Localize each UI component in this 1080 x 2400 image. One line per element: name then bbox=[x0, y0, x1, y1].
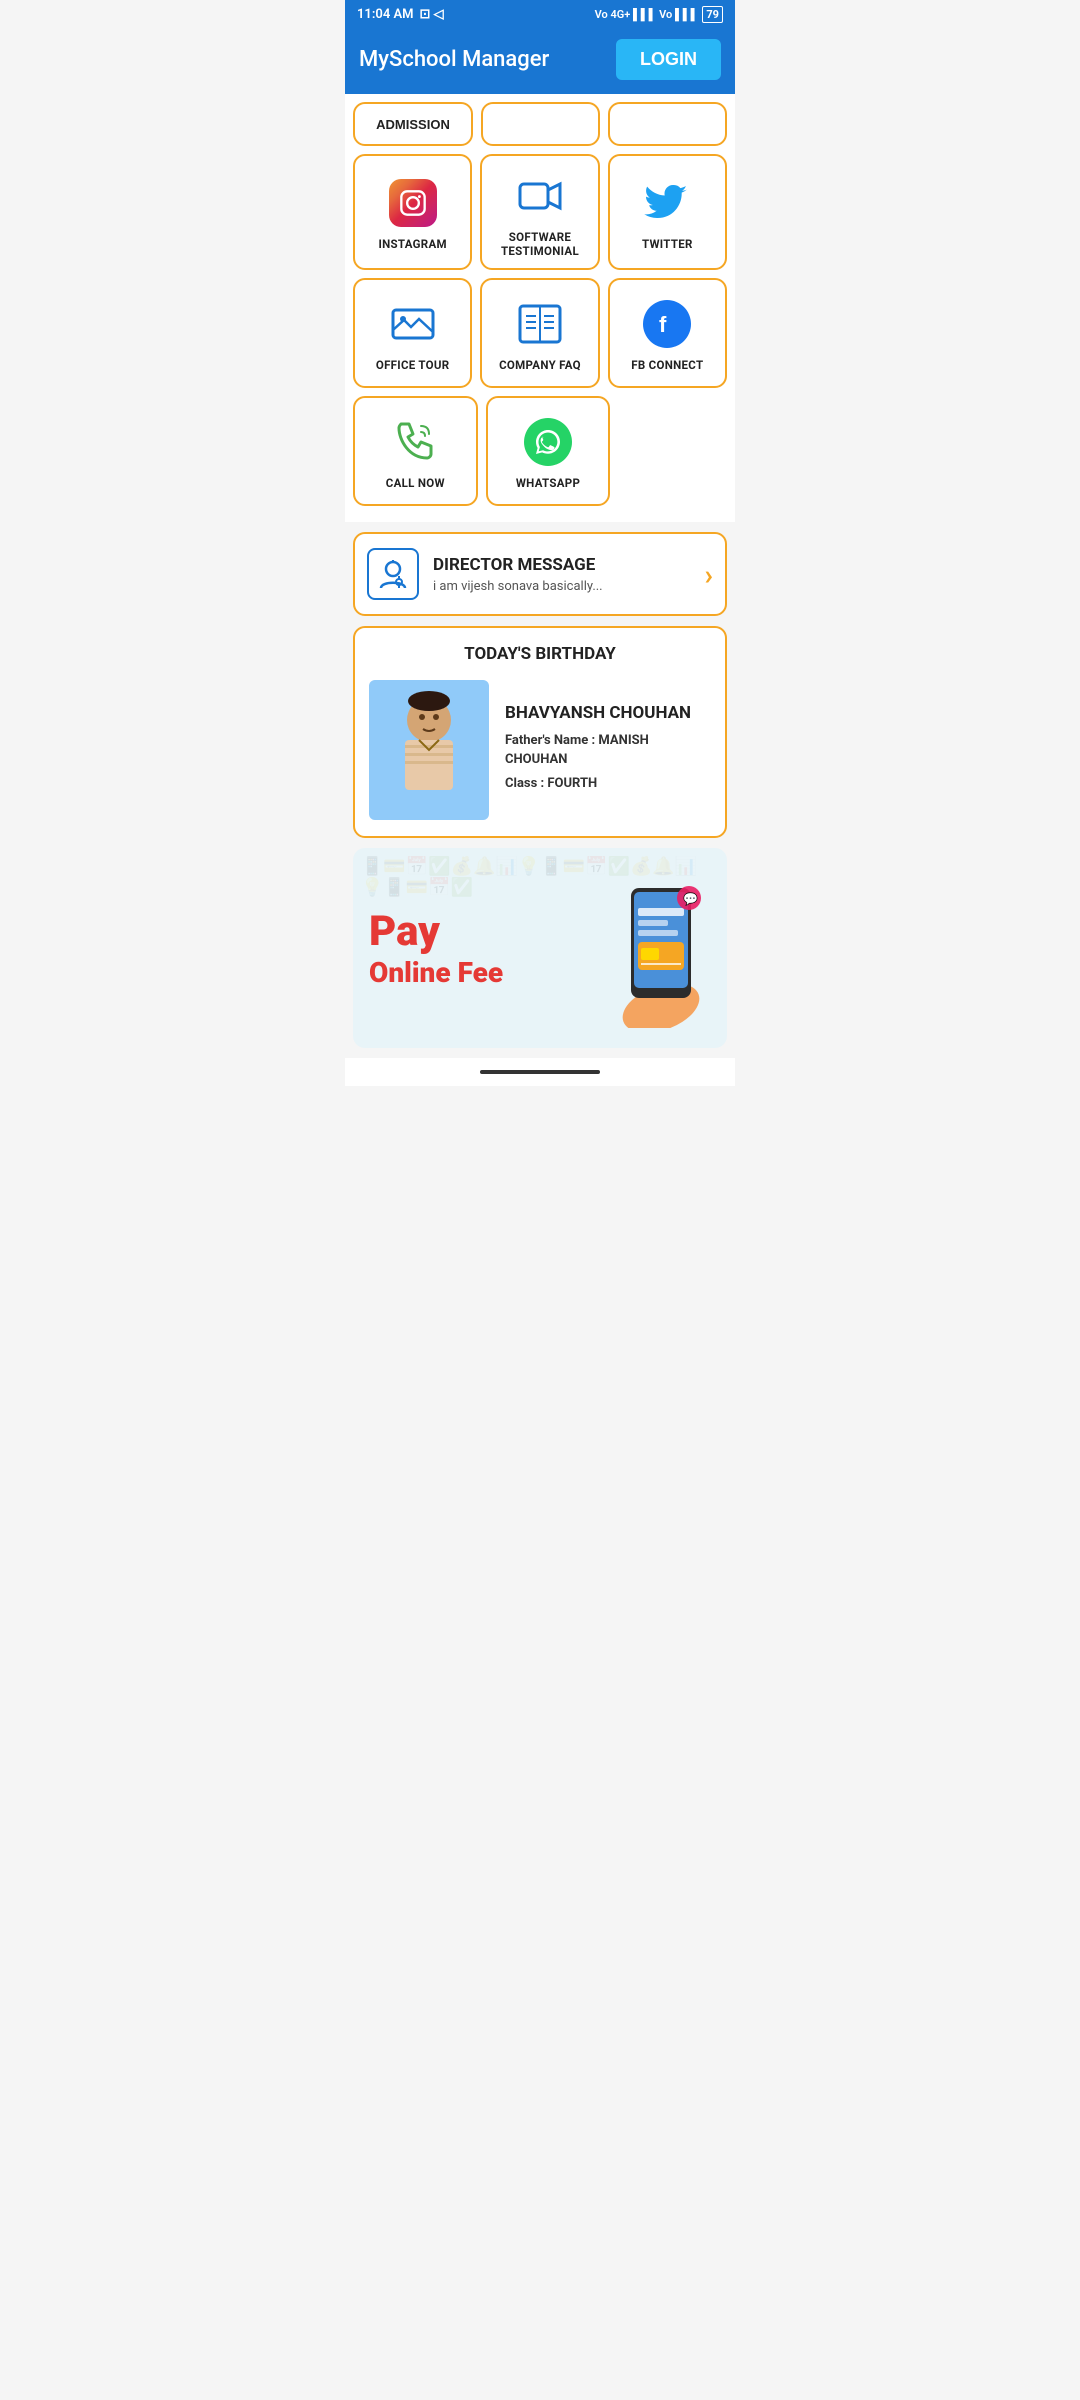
whatsapp-icon bbox=[524, 418, 572, 466]
status-icons: ⊡ ◁ bbox=[420, 7, 444, 22]
director-arrow-icon: › bbox=[705, 558, 713, 591]
login-button[interactable]: LOGIN bbox=[616, 39, 721, 80]
admission-button[interactable]: ADMISSION bbox=[353, 102, 473, 146]
company-faq-icon-wrap bbox=[514, 298, 566, 350]
birthday-section-title: TODAY'S BIRTHDAY bbox=[369, 644, 711, 664]
battery-indicator: 79 bbox=[702, 6, 723, 23]
whatsapp-button[interactable]: WHATSAPP bbox=[486, 396, 611, 506]
call-now-label: CALL NOW bbox=[386, 476, 445, 490]
class-name: FOURTH bbox=[547, 776, 597, 791]
birthday-content: BHAVYANSH CHOUHAN Father's Name : MANISH… bbox=[369, 680, 711, 820]
phone-icon bbox=[391, 418, 439, 466]
pay-banner-text: Pay Online Fee bbox=[369, 907, 503, 989]
birthday-photo bbox=[369, 680, 489, 820]
company-faq-label: COMPANY FAQ bbox=[499, 358, 581, 372]
office-tour-icon-wrap bbox=[387, 298, 439, 350]
grid-row-2: OFFICE TOUR COMPANY FAQ bbox=[353, 278, 727, 388]
father-label: Father's Name : bbox=[505, 733, 595, 748]
phone-icon-wrap bbox=[389, 416, 441, 468]
instagram-button[interactable]: INSTAGRAM bbox=[353, 154, 472, 270]
birthday-name: BHAVYANSH CHOUHAN bbox=[505, 703, 711, 723]
whatsapp-icon-wrap bbox=[522, 416, 574, 468]
svg-text:f: f bbox=[659, 312, 667, 337]
twitter-button[interactable]: TWITTER bbox=[608, 154, 727, 270]
grid-section: ADMISSION INSTAGRAM bbox=[345, 94, 735, 522]
bottom-navigation-bar bbox=[345, 1058, 735, 1086]
admission-row: ADMISSION bbox=[353, 102, 727, 146]
twitter-icon bbox=[643, 179, 691, 227]
empty-slot-row3 bbox=[618, 396, 727, 506]
director-icon bbox=[367, 548, 419, 600]
status-bar: 11:04 AM ⊡ ◁ Vo 4G+ ▌▌▌ Vo ▌▌▌ 79 bbox=[345, 0, 735, 29]
instagram-label: INSTAGRAM bbox=[378, 237, 446, 251]
office-tour-button[interactable]: OFFICE TOUR bbox=[353, 278, 472, 388]
app-title: MySchool Manager bbox=[359, 47, 549, 72]
instagram-icon-wrap bbox=[387, 177, 439, 229]
twitter-label: TWITTER bbox=[642, 237, 693, 251]
image-icon bbox=[389, 300, 437, 348]
app-header: MySchool Manager LOGIN bbox=[345, 29, 735, 94]
network-icons: Vo 4G+ ▌▌▌ Vo ▌▌▌ bbox=[595, 8, 699, 21]
grid-row-1: INSTAGRAM SOFTWARE TESTIMONIAL TWITTER bbox=[353, 154, 727, 270]
director-title: DIRECTOR MESSAGE bbox=[433, 555, 697, 575]
home-indicator bbox=[480, 1070, 600, 1074]
video-camera-icon bbox=[516, 172, 564, 220]
pay-online-banner[interactable]: 📱💳📅✅💰🔔📊💡📱💳📅✅💰🔔📊💡📱💳📅✅ Pay Online Fee 💬 bbox=[353, 848, 727, 1048]
fb-connect-button[interactable]: f FB CONNECT bbox=[608, 278, 727, 388]
office-tour-label: OFFICE TOUR bbox=[376, 358, 450, 372]
birthday-card: TODAY'S BIRTHDAY bbox=[353, 626, 727, 838]
software-testimonial-label: SOFTWARE TESTIMONIAL bbox=[488, 230, 591, 258]
online-fee-text: Online Fee bbox=[369, 956, 503, 989]
fb-icon-wrap: f bbox=[641, 298, 693, 350]
call-now-button[interactable]: CALL NOW bbox=[353, 396, 478, 506]
fb-connect-label: FB CONNECT bbox=[631, 358, 703, 372]
empty-slot-2 bbox=[608, 102, 727, 146]
svg-text:💬: 💬 bbox=[683, 892, 698, 906]
director-message-card[interactable]: DIRECTOR MESSAGE i am vijesh sonava basi… bbox=[353, 532, 727, 616]
facebook-icon: f bbox=[643, 300, 691, 348]
whatsapp-label: WHATSAPP bbox=[516, 476, 580, 490]
time-display: 11:04 AM bbox=[357, 7, 414, 22]
company-faq-button[interactable]: COMPANY FAQ bbox=[480, 278, 599, 388]
grid-row-3: CALL NOW WHATSAPP bbox=[353, 396, 727, 506]
software-testimonial-button[interactable]: SOFTWARE TESTIMONIAL bbox=[480, 154, 599, 270]
phone-graphic: 💬 bbox=[571, 868, 711, 1028]
faq-book-icon bbox=[516, 300, 564, 348]
video-icon-wrap bbox=[514, 170, 566, 222]
birthday-class: Class : FOURTH bbox=[505, 774, 711, 794]
pay-word: Pay bbox=[369, 907, 503, 956]
birthday-info: BHAVYANSH CHOUHAN Father's Name : MANISH… bbox=[505, 703, 711, 798]
empty-slot-1 bbox=[481, 102, 600, 146]
class-label: Class : bbox=[505, 776, 544, 791]
director-subtitle: i am vijesh sonava basically... bbox=[433, 579, 697, 594]
instagram-icon bbox=[389, 179, 437, 227]
twitter-icon-wrap bbox=[641, 177, 693, 229]
birthday-father: Father's Name : MANISH CHOUHAN bbox=[505, 731, 711, 770]
director-text: DIRECTOR MESSAGE i am vijesh sonava basi… bbox=[433, 555, 697, 594]
